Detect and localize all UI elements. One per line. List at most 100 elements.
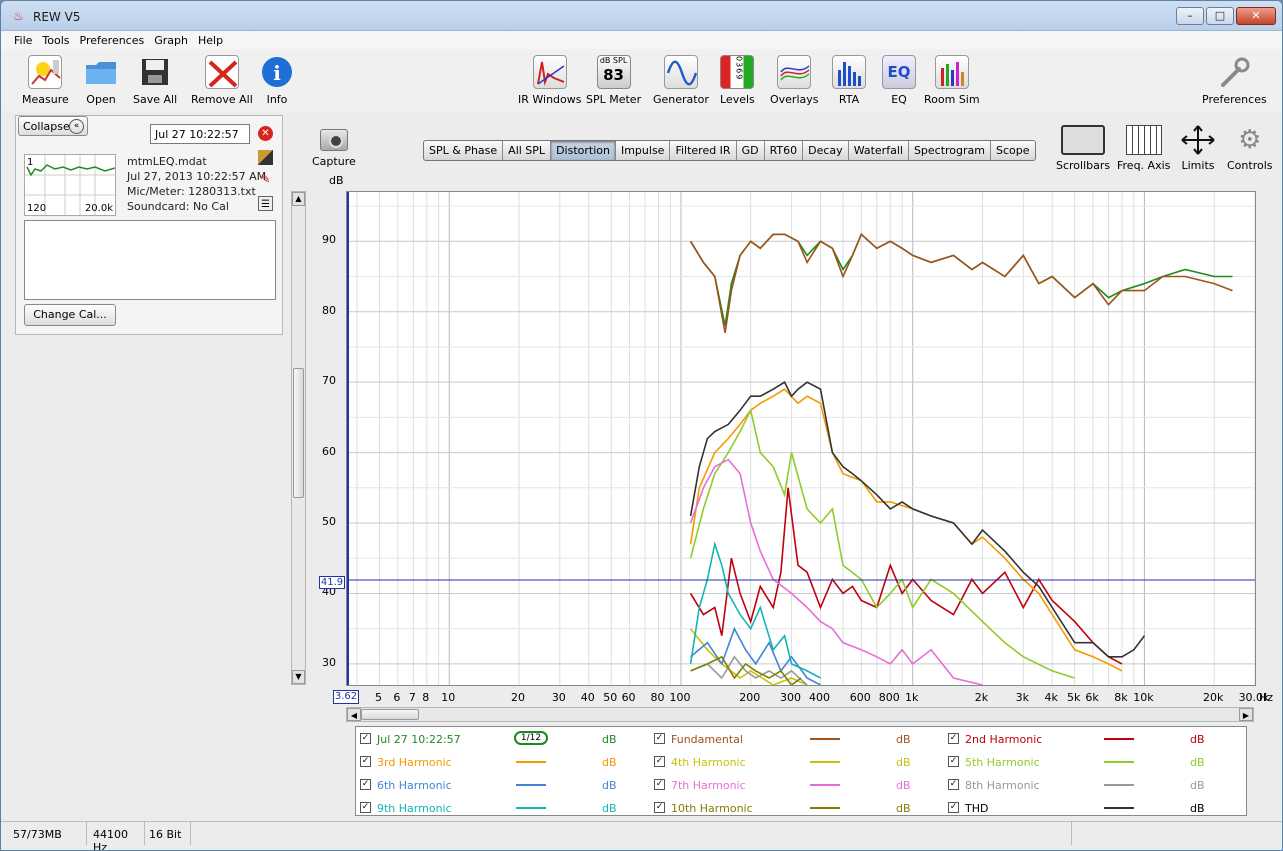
legend-checkbox[interactable]: ✓ — [948, 756, 959, 767]
legend-line-swatch[interactable] — [810, 738, 840, 740]
delete-measurement-icon[interactable]: ✕ — [258, 126, 273, 141]
legend-unit: dB — [896, 779, 911, 792]
legend-line-swatch[interactable] — [516, 807, 546, 809]
freq-axis-button[interactable]: Freq. Axis — [1117, 125, 1170, 172]
close-button[interactable]: ✕ — [1236, 7, 1276, 25]
measurement-thumbnail[interactable]: 1 120 20.0k — [24, 154, 116, 216]
horizontal-scroll-thumb[interactable] — [361, 709, 419, 720]
horizontal-scrollbar[interactable]: ◀ ▶ — [346, 707, 1254, 722]
x-tick-label: 60 — [621, 691, 636, 704]
legend-checkbox[interactable]: ✓ — [654, 733, 665, 744]
legend-checkbox[interactable]: ✓ — [948, 779, 959, 790]
save-all-button[interactable]: Save All — [133, 55, 177, 106]
legend-line-swatch[interactable] — [810, 807, 840, 809]
scroll-left-arrow[interactable]: ◀ — [347, 708, 361, 721]
notes-icon[interactable]: ☰ — [258, 196, 273, 211]
legend-unit: dB — [1190, 733, 1205, 746]
legend-line-swatch[interactable] — [810, 761, 840, 763]
legend-line-swatch[interactable] — [516, 761, 546, 763]
info-button[interactable]: i Info — [260, 55, 294, 106]
menu-tools[interactable]: Tools — [37, 31, 74, 49]
menu-file[interactable]: File — [9, 31, 37, 49]
levels-button[interactable]: 0369 Levels — [720, 55, 755, 106]
open-button[interactable]: Open — [84, 55, 118, 106]
legend-line-swatch[interactable] — [516, 784, 546, 786]
x-tick-label: 7 — [408, 691, 416, 704]
generator-button[interactable]: Generator — [653, 55, 709, 106]
legend-checkbox[interactable]: ✓ — [360, 802, 371, 813]
spl-meter-value: 83 — [603, 66, 624, 84]
legend-checkbox[interactable]: ✓ — [948, 802, 959, 813]
legend-checkbox[interactable]: ✓ — [654, 802, 665, 813]
remove-all-button[interactable]: Remove All — [191, 55, 253, 106]
x-tick-label: 5 — [375, 691, 382, 704]
legend-checkbox[interactable]: ✓ — [654, 756, 665, 767]
notes-area[interactable] — [24, 220, 276, 300]
y-tick-label: 90 — [322, 233, 336, 247]
legend-checkbox[interactable]: ✓ — [360, 733, 371, 744]
change-cal-button[interactable]: Change Cal... — [24, 304, 116, 326]
rta-button[interactable]: RTA — [832, 55, 866, 106]
limits-button[interactable]: Limits — [1180, 125, 1216, 172]
x-min-label[interactable]: 3.62 — [333, 690, 359, 704]
legend-line-swatch[interactable] — [1104, 784, 1134, 786]
scroll-down-arrow[interactable]: ▼ — [292, 670, 305, 684]
minimize-button[interactable]: – — [1176, 7, 1204, 25]
ir-windows-button[interactable]: IR Windows — [518, 55, 582, 106]
tab-distortion[interactable]: Distortion — [551, 141, 616, 160]
x-tick-label: 100 — [669, 691, 691, 704]
legend-checkbox[interactable]: ✓ — [360, 779, 371, 790]
tab-all-spl[interactable]: All SPL — [503, 141, 552, 160]
scroll-up-arrow[interactable]: ▲ — [292, 192, 305, 206]
legend-line-swatch[interactable] — [1104, 761, 1134, 763]
pencil-icon[interactable]: ✎ — [258, 172, 273, 187]
plot-svg — [347, 192, 1255, 685]
smoothing-badge[interactable]: 1/12 — [514, 731, 548, 745]
vertical-scrollbar[interactable]: ▲ ▼ — [291, 191, 306, 685]
legend-line-swatch[interactable] — [810, 784, 840, 786]
legend-line-swatch[interactable] — [1104, 807, 1134, 809]
tab-filtered-ir[interactable]: Filtered IR — [670, 141, 737, 160]
levels-digits: 0369 — [734, 56, 744, 81]
collapse-button[interactable]: Collapse « — [18, 116, 88, 136]
tab-gd[interactable]: GD — [737, 141, 765, 160]
menu-help[interactable]: Help — [193, 31, 228, 49]
spl-meter-button[interactable]: dB SPL 83 SPL Meter — [586, 55, 641, 106]
preferences-button[interactable]: Preferences — [1202, 55, 1267, 106]
tab-waterfall[interactable]: Waterfall — [849, 141, 909, 160]
cursor-level-label[interactable]: 41.9 — [319, 576, 345, 589]
edit-measurement-icon[interactable] — [258, 150, 273, 165]
legend-checkbox[interactable]: ✓ — [948, 733, 959, 744]
legend-checkbox[interactable]: ✓ — [654, 779, 665, 790]
thumbnail-label-one: 1 — [27, 157, 34, 168]
series-line-2nd-harmonic — [689, 487, 1123, 665]
tab-spl-phase[interactable]: SPL & Phase — [424, 141, 504, 160]
tab-spectrogram[interactable]: Spectrogram — [909, 141, 992, 160]
tab-scope[interactable]: Scope — [991, 141, 1035, 160]
controls-button[interactable]: ⚙ Controls — [1227, 125, 1273, 172]
x-tick-label: 1k — [905, 691, 919, 704]
legend-unit: dB — [602, 802, 617, 815]
x-tick-label: 20k — [1203, 691, 1224, 704]
legend-line-swatch[interactable] — [1104, 738, 1134, 740]
tab-decay[interactable]: Decay — [803, 141, 849, 160]
tab-rt60[interactable]: RT60 — [765, 141, 804, 160]
x-tick-label: 200 — [739, 691, 761, 704]
maximize-button[interactable]: □ — [1206, 7, 1234, 25]
overlays-button[interactable]: Overlays — [770, 55, 819, 106]
legend-name: 5th Harmonic — [965, 756, 1040, 769]
menu-preferences[interactable]: Preferences — [75, 31, 150, 49]
distortion-plot[interactable] — [346, 191, 1256, 686]
eq-button[interactable]: EQ EQ — [882, 55, 916, 106]
measurement-name-field[interactable]: Jul 27 10:22:57 — [150, 124, 250, 144]
capture-button[interactable]: Capture — [312, 129, 356, 168]
legend-checkbox[interactable]: ✓ — [360, 756, 371, 767]
measure-button[interactable]: Measure — [22, 55, 69, 106]
menu-graph[interactable]: Graph — [149, 31, 193, 49]
legend-name: Fundamental — [671, 733, 743, 746]
scrollbars-button[interactable]: Scrollbars — [1056, 125, 1110, 172]
vertical-scroll-thumb[interactable] — [293, 368, 304, 498]
tab-impulse[interactable]: Impulse — [616, 141, 671, 160]
room-sim-button[interactable]: Room Sim — [924, 55, 980, 106]
scroll-right-arrow[interactable]: ▶ — [1239, 708, 1253, 721]
